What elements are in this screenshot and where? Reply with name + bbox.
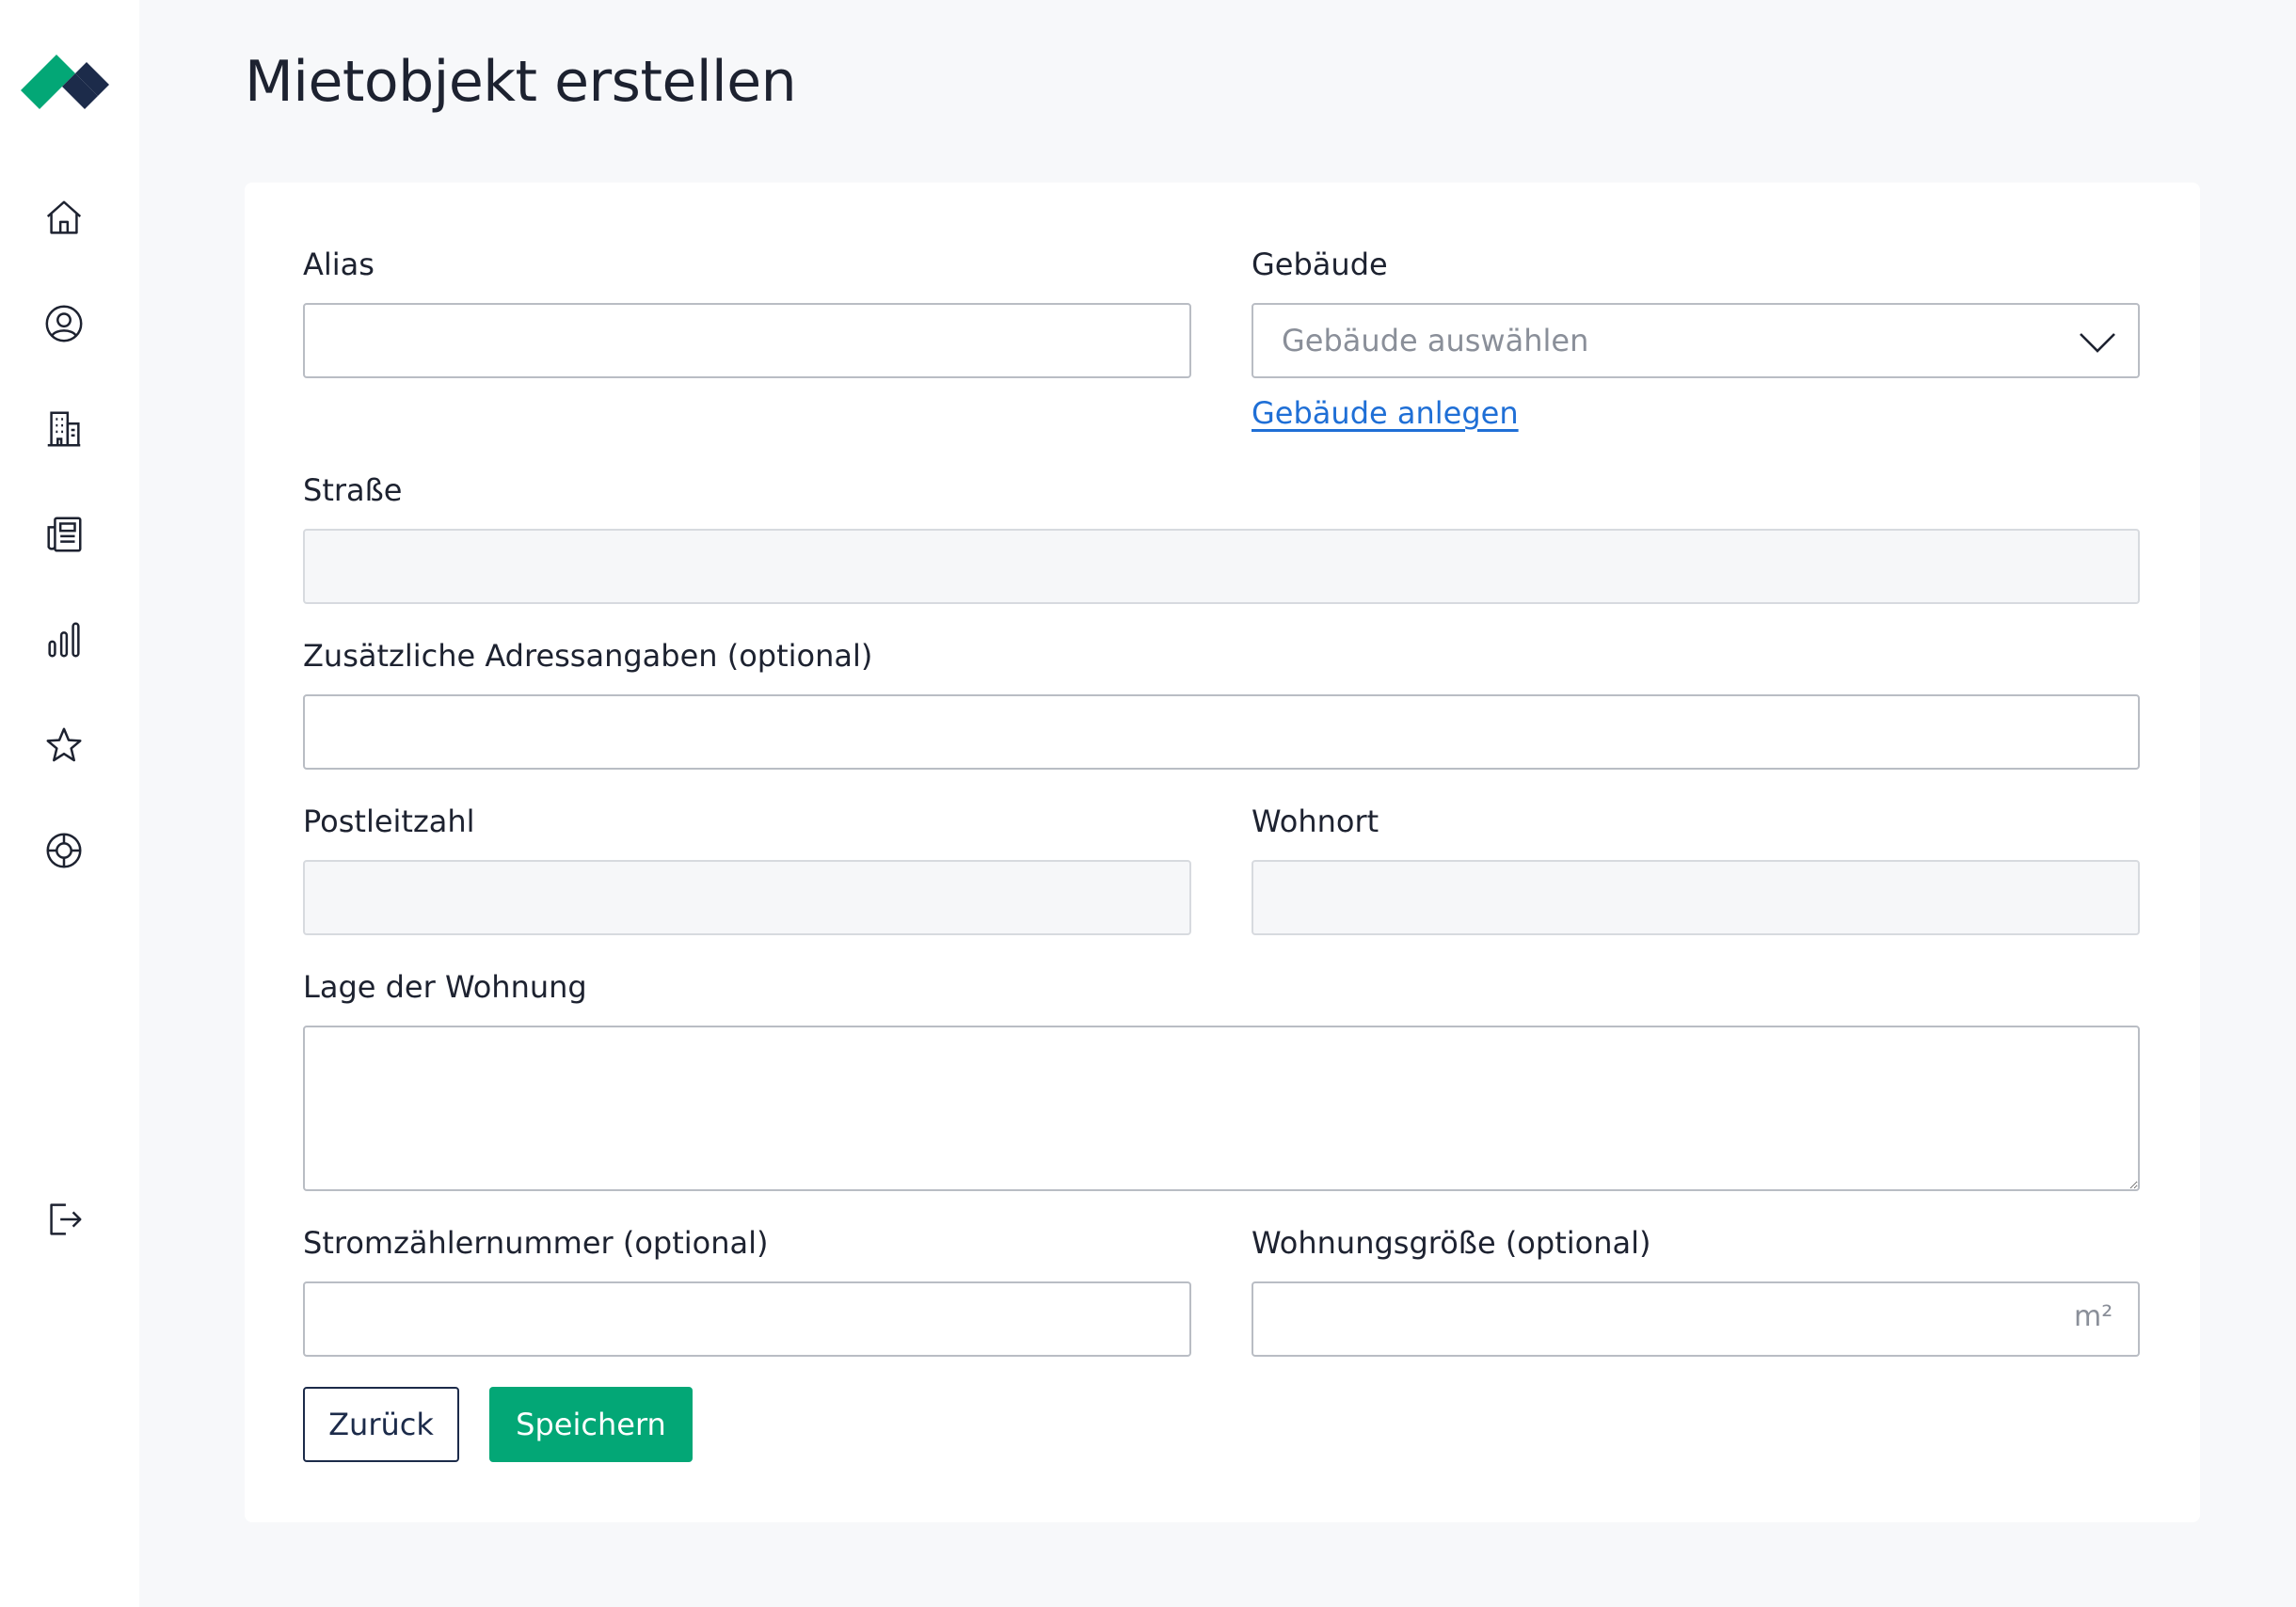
apartment-size-unit: m² <box>2074 1300 2113 1333</box>
main-content: Mietobjekt erstellen Alias Gebäude Gebäu… <box>139 0 2296 1607</box>
meter-number-label: Stromzählernummer (optional) <box>303 1225 769 1261</box>
building-select[interactable]: Gebäude auswählen <box>1252 303 2140 378</box>
document-icon[interactable] <box>40 510 88 559</box>
location-label: Lage der Wohnung <box>303 969 587 1005</box>
page-title: Mietobjekt erstellen <box>245 49 797 115</box>
home-icon[interactable] <box>40 194 88 243</box>
logo <box>21 55 109 109</box>
alias-label: Alias <box>303 247 375 282</box>
city-input <box>1252 860 2140 935</box>
building-label: Gebäude <box>1252 247 1388 282</box>
lifebuoy-icon[interactable] <box>40 826 88 875</box>
building-icon[interactable] <box>40 405 88 453</box>
form-card: Alias Gebäude Gebäude auswählen Gebäude … <box>245 183 2200 1522</box>
star-icon[interactable] <box>40 721 88 770</box>
apartment-size-input[interactable] <box>1252 1281 2140 1357</box>
back-button[interactable]: Zurück <box>303 1387 459 1462</box>
meter-number-input[interactable] <box>303 1281 1191 1357</box>
sidebar <box>0 0 139 1607</box>
save-button[interactable]: Speichern <box>489 1387 693 1462</box>
create-building-link[interactable]: Gebäude anlegen <box>1252 395 1519 431</box>
postal-code-input <box>303 860 1191 935</box>
chart-icon[interactable] <box>40 615 88 664</box>
user-icon[interactable] <box>40 299 88 348</box>
city-label: Wohnort <box>1252 804 1379 839</box>
street-label: Straße <box>303 472 403 508</box>
postal-code-label: Postleitzahl <box>303 804 475 839</box>
apartment-size-label: Wohnungsgröße (optional) <box>1252 1225 1651 1261</box>
chevron-down-icon <box>2080 333 2115 353</box>
additional-address-input[interactable] <box>303 694 2140 770</box>
alias-input[interactable] <box>303 303 1191 378</box>
location-textarea[interactable] <box>303 1026 2140 1191</box>
building-select-placeholder: Gebäude auswählen <box>1282 323 1589 358</box>
logout-icon[interactable] <box>40 1195 88 1244</box>
additional-address-label: Zusätzliche Adressangaben (optional) <box>303 638 873 674</box>
street-input <box>303 529 2140 604</box>
